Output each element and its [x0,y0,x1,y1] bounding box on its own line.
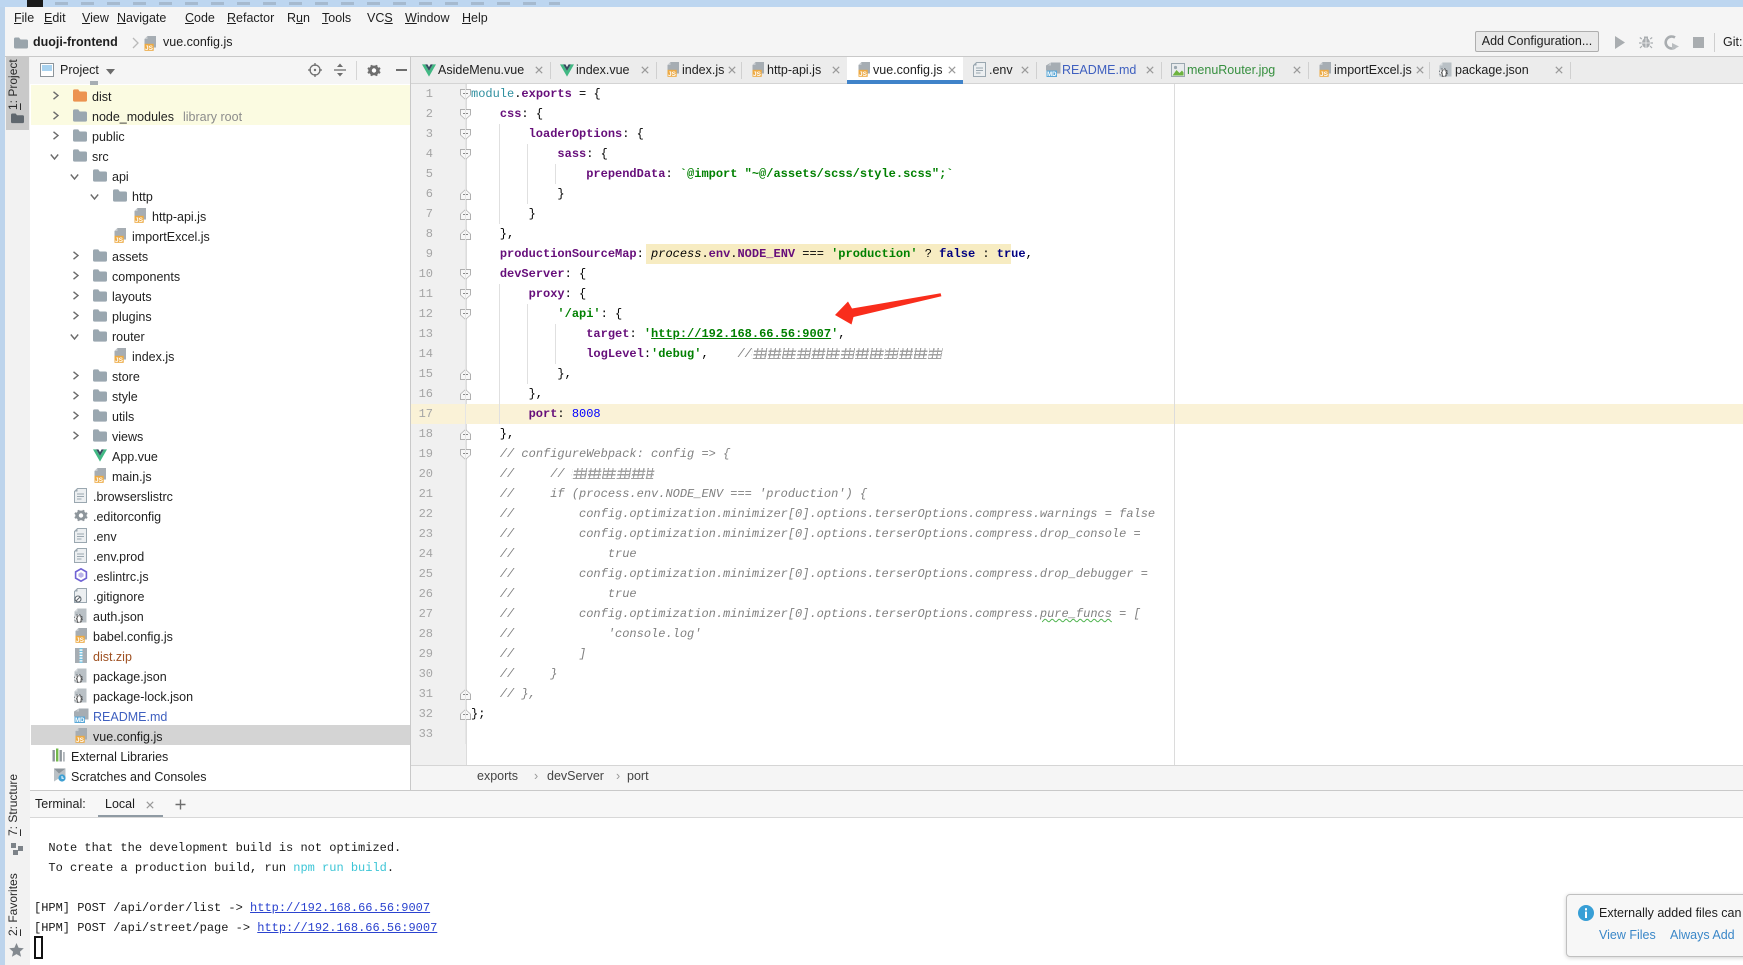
svg-text:JS: JS [753,71,762,77]
svg-text:{}: {} [75,696,83,703]
svg-text:{}: {} [75,616,83,623]
svg-text:MD: MD [1047,72,1057,77]
svg-text:{}: {} [1440,70,1448,77]
svg-text:JS: JS [76,637,85,643]
svg-text:MD: MD [75,718,85,723]
svg-text:JS: JS [135,217,144,223]
svg-text:JS: JS [95,477,104,483]
svg-text:JS: JS [859,71,868,77]
svg-text:{}: {} [75,676,83,683]
svg-text:JS: JS [668,71,677,77]
svg-text:JS: JS [1320,71,1329,77]
svg-text:JS: JS [115,237,124,243]
svg-text:JS: JS [115,357,124,363]
svg-text:JS: JS [145,45,154,51]
svg-text:JS: JS [76,737,85,743]
